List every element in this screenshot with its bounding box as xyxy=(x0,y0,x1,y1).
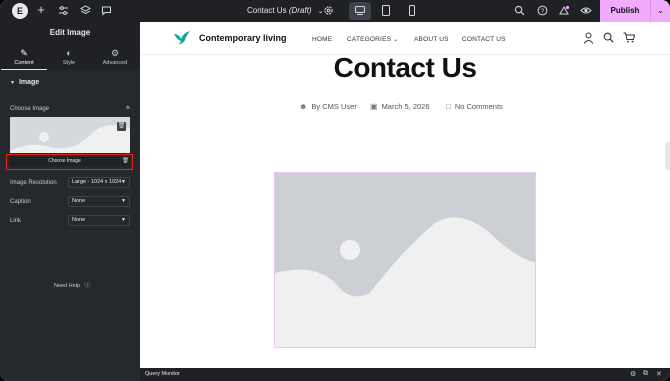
chevron-down-icon: ⌄ xyxy=(393,37,399,43)
nav-label: CATEGORIES xyxy=(347,36,392,43)
need-help-link[interactable]: Need Help ⓘ xyxy=(54,281,90,289)
tab-style[interactable]: ◐ Style xyxy=(46,44,92,70)
user-icon[interactable] xyxy=(583,32,594,47)
top-bar: E + Contact Us (Draft) ⌄ ? Publish ⌄ xyxy=(0,0,670,22)
caret-down-icon: ▼ xyxy=(121,179,126,185)
image-resolution-select[interactable]: Large - 1024 x 1024 ▼ xyxy=(68,177,130,188)
desktop-icon xyxy=(355,6,365,13)
section-title: Image xyxy=(18,79,40,86)
comments-text: No Comments xyxy=(454,102,503,111)
image-preview[interactable] xyxy=(10,117,130,153)
trash-icon[interactable]: 🗑 xyxy=(117,122,126,131)
tablet-icon xyxy=(382,5,390,16)
person-icon: ☻ xyxy=(299,102,308,111)
query-monitor-label[interactable]: Query Monitor xyxy=(145,371,180,377)
elementor-logo[interactable]: E xyxy=(12,3,28,19)
section-image-toggle[interactable]: ▼ Image xyxy=(10,79,39,86)
help-icon[interactable]: ? xyxy=(536,5,548,17)
nav-home[interactable]: HOME xyxy=(312,36,332,43)
query-monitor-bar: Query Monitor ⚙ ⧉ ✕ xyxy=(140,368,670,381)
choose-image-highlight: Choose Image 🗑 xyxy=(6,154,133,170)
select-value: Large - 1024 x 1024 xyxy=(72,179,122,185)
preview-eye-icon[interactable] xyxy=(580,5,592,17)
tab-content[interactable]: ✎ Content xyxy=(1,44,47,70)
editor-panel: Edit Image ✎ Content ◐ Style ⚙ Advanced … xyxy=(0,22,140,381)
cart-icon[interactable] xyxy=(623,32,636,46)
image-placeholder xyxy=(275,173,535,347)
panel-tabs: ✎ Content ◐ Style ⚙ Advanced xyxy=(0,44,140,70)
popout-icon[interactable]: ⧉ xyxy=(643,370,648,378)
close-icon[interactable]: ✕ xyxy=(656,370,662,378)
settings-sliders-icon[interactable] xyxy=(57,5,69,17)
half-circle-icon: ◐ xyxy=(66,48,72,58)
choose-image-label: Choose Image xyxy=(10,106,50,112)
add-icon[interactable]: + xyxy=(35,3,47,16)
caption-label: Caption xyxy=(10,199,31,205)
trash-icon: 🗑 xyxy=(122,158,129,164)
tablet-view-button[interactable] xyxy=(375,2,397,20)
pencil-icon: ✎ xyxy=(20,48,28,58)
nav-contact-us[interactable]: CONTACT US xyxy=(462,36,506,43)
page-title: Contact Us xyxy=(333,52,477,83)
gear-icon: ⚙ xyxy=(110,48,120,58)
document-name: Contact Us xyxy=(247,6,287,15)
search-icon[interactable] xyxy=(513,5,525,17)
document-status: (Draft) xyxy=(288,6,312,15)
gear-icon[interactable]: ⚙ xyxy=(630,370,636,378)
link-select[interactable]: None ▼ xyxy=(68,215,130,226)
caret-down-icon: ▼ xyxy=(121,217,126,223)
choose-image-button[interactable]: Choose Image xyxy=(9,157,120,166)
post-comments[interactable]: □ No Comments xyxy=(446,102,503,111)
remove-image-button[interactable]: 🗑 xyxy=(121,157,130,166)
tab-label: Style xyxy=(62,60,76,66)
mobile-view-button[interactable] xyxy=(401,2,423,20)
desktop-view-button[interactable] xyxy=(349,2,371,20)
image-widget[interactable] xyxy=(274,172,536,348)
calendar-icon: ▣ xyxy=(370,102,378,111)
panel-title: Edit Image xyxy=(0,22,140,44)
app-window: E + Contact Us (Draft) ⌄ ? Publish ⌄ Edi… xyxy=(0,0,670,381)
date-text: March 5, 2026 xyxy=(381,102,430,111)
author-text: By CMS User xyxy=(311,102,357,111)
help-circle-icon: ⓘ xyxy=(84,283,91,289)
tab-label: Advanced xyxy=(102,60,128,66)
comment-icon: □ xyxy=(446,102,451,111)
mobile-icon xyxy=(409,5,415,16)
need-help-label: Need Help xyxy=(54,283,80,289)
post-date[interactable]: ▣ March 5, 2026 xyxy=(370,102,430,111)
chevron-down-icon: ⌄ xyxy=(657,6,664,15)
preview-canvas: Contemporary living HOME CATEGORIES ⌄ AB… xyxy=(140,22,670,368)
dynamic-tags-icon[interactable]: ✶ xyxy=(125,104,131,112)
select-value: None xyxy=(72,217,86,223)
canvas-scroll-handle[interactable] xyxy=(665,142,670,170)
post-author[interactable]: ☻ By CMS User xyxy=(299,102,357,111)
layers-icon[interactable] xyxy=(79,5,91,17)
link-label: Link xyxy=(10,218,22,224)
select-value: None xyxy=(72,198,86,204)
tab-advanced[interactable]: ⚙ Advanced xyxy=(92,44,138,70)
caret-down-icon: ▼ xyxy=(10,80,15,86)
caption-select[interactable]: None ▼ xyxy=(68,196,130,207)
gear-icon[interactable] xyxy=(322,5,334,17)
site-header: Contemporary living HOME CATEGORIES ⌄ AB… xyxy=(140,22,670,55)
site-logo-icon[interactable] xyxy=(173,30,191,46)
nav-categories[interactable]: CATEGORIES ⌄ xyxy=(347,36,398,43)
site-name[interactable]: Contemporary living xyxy=(199,33,287,43)
publish-button[interactable]: Publish xyxy=(600,0,650,22)
caret-down-icon: ▼ xyxy=(121,198,126,204)
search-icon[interactable] xyxy=(603,32,614,46)
nav-about-us[interactable]: ABOUT US xyxy=(414,36,449,43)
tab-label: Content xyxy=(14,60,34,66)
notifications-icon[interactable] xyxy=(558,5,570,17)
publish-options-button[interactable]: ⌄ xyxy=(650,0,670,22)
comments-icon[interactable] xyxy=(100,5,112,17)
document-title[interactable]: Contact Us (Draft) ⌄ xyxy=(247,6,324,15)
image-resolution-label: Image Resolution xyxy=(10,180,57,186)
